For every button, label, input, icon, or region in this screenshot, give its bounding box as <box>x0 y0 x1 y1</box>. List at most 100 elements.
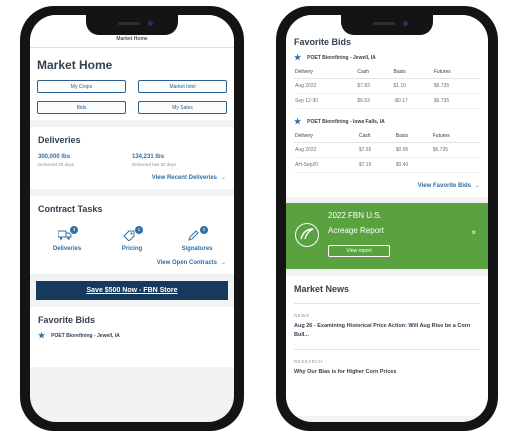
link-label: View Open Contracts <box>156 260 217 266</box>
task-count-badge: 1 <box>135 226 143 234</box>
column-header: Delivery <box>294 130 358 143</box>
news-kicker: NEWS <box>294 313 310 318</box>
table-cell: $6.735 <box>432 78 480 94</box>
table-cell: -$0.17 <box>392 93 433 109</box>
link-label: View Recent Deliveries <box>151 175 217 181</box>
market-news-card: Market News NEWS Aug 26 - Examining Hist… <box>286 276 488 416</box>
contract-tasks-card: Contract Tasks 3 Deliveries 1 Pricing 2 … <box>30 196 234 274</box>
topbar-title: Market Home <box>116 36 148 42</box>
store-banner-label: Save $500 Now - FBN Store <box>86 287 178 294</box>
view-recent-deliveries-link[interactable]: View Recent Deliveries → <box>38 175 226 181</box>
task-count-badge: 3 <box>70 226 78 234</box>
task-deliveries[interactable]: 3 Deliveries <box>41 226 93 252</box>
deliveries-card: Deliveries 300,000 lbs Delivered 30 days… <box>30 127 234 189</box>
page-title: Market Home <box>37 58 113 72</box>
table-cell: $6.735 <box>431 142 480 158</box>
table-cell: $7.83 <box>356 78 393 94</box>
phone-notch <box>86 15 178 35</box>
phone-notch <box>341 15 433 35</box>
news-item[interactable]: NEWS Aug 26 - Examining Historical Price… <box>294 313 480 340</box>
contract-tasks-title: Contract Tasks <box>38 204 103 214</box>
bid-table: Delivery Cash Basis Futures Aug 2022 $7.… <box>294 130 480 173</box>
bid-location-name: POET Biorefining - Iowa Falls, IA <box>307 119 385 125</box>
left-phone: Market Home Market Home My Crops Market … <box>20 6 244 431</box>
task-label: Deliveries <box>52 246 82 252</box>
table-cell: AH-Sep20 <box>294 157 358 173</box>
view-favorite-bids-link[interactable]: View Favorite Bids → <box>294 183 480 189</box>
task-count-badge: 2 <box>200 226 208 234</box>
favorite-bids-card: Favorite Bids ★ POET Biorefining - Jewel… <box>286 15 488 197</box>
right-phone: Favorite Bids ★ POET Biorefining - Jewel… <box>276 6 498 431</box>
task-signatures[interactable]: 2 Signatures <box>171 226 223 252</box>
right-screen: Favorite Bids ★ POET Biorefining - Jewel… <box>286 15 488 422</box>
table-row[interactable]: Aug 2022 $7.65 $0.95 $6.735 <box>294 142 480 158</box>
promo-headline-line1: 2022 FBN U.S. <box>328 211 382 220</box>
delivery-stat-value: 300,000 lbs <box>38 154 71 160</box>
market-home-card: Market Home My Crops Market Intel Bids M… <box>30 48 234 120</box>
table-cell: Aug 2022 <box>294 78 357 94</box>
column-header: Basis <box>392 66 433 79</box>
table-row[interactable]: Aug 2022 $7.83 $1.10 $6.735 <box>294 78 480 94</box>
table-cell: $0.40 <box>394 157 432 173</box>
arrow-right-icon: → <box>220 260 226 266</box>
star-icon: ★ <box>294 53 302 62</box>
table-cell: $7.65 <box>357 142 395 158</box>
delivery-stat-label: Delivered last 30 days <box>132 162 177 167</box>
task-pricing[interactable]: 1 Pricing <box>106 226 158 252</box>
favorite-bids-title: Favorite Bids <box>294 37 352 47</box>
delivery-stat-label: Delivered 30 days <box>38 162 75 167</box>
table-row[interactable]: AH-Sep20 $7.19 $0.40 <box>294 157 480 173</box>
fbn-logo-icon <box>295 223 319 247</box>
task-label: Pricing <box>121 246 143 252</box>
view-open-contracts-link[interactable]: View Open Contracts → <box>38 260 226 266</box>
arrow-right-icon: → <box>474 183 480 189</box>
table-cell: Sep 12-30 <box>294 93 357 109</box>
link-label: View Favorite Bids <box>417 183 471 189</box>
star-icon: ★ <box>38 331 46 340</box>
bid-location-name: POET Biorefining - Jewell, IA <box>307 55 376 61</box>
bid-table: Delivery Cash Basis Futures Aug 2022 $7.… <box>294 66 480 109</box>
column-header: Futures <box>432 66 480 79</box>
news-headline: Why Our Bias is for Higher Corn Prices <box>294 369 397 375</box>
star-icon: ★ <box>294 117 302 126</box>
bid-location[interactable]: ★ POET Biorefining - Jewell, IA <box>294 54 480 62</box>
deliveries-title: Deliveries <box>38 135 81 145</box>
view-report-button[interactable]: View report <box>328 245 390 257</box>
bids-button[interactable]: Bids <box>37 101 126 114</box>
task-label: Signatures <box>181 246 213 252</box>
column-header: Cash <box>357 130 395 143</box>
favorite-bids-title: Favorite Bids <box>38 315 96 325</box>
close-icon[interactable]: × <box>471 228 476 237</box>
table-header-row: Delivery Cash Basis Futures <box>294 66 480 79</box>
table-cell: $6.53 <box>356 93 393 109</box>
news-headline: Aug 26 - Examining Historical Price Acti… <box>294 323 471 338</box>
arrow-right-icon: → <box>220 175 226 181</box>
delivery-stat: 134,231 lbs Delivered last 30 days <box>132 154 226 167</box>
table-cell: $6.735 <box>432 93 480 109</box>
delivery-stat-value: 134,231 lbs <box>132 154 165 160</box>
quick-actions: My Crops Market Intel Bids My Sales <box>37 80 227 114</box>
market-news-title: Market News <box>294 284 350 294</box>
news-item[interactable]: RESEARCH Why Our Bias is for Higher Corn… <box>294 359 480 377</box>
news-kicker: RESEARCH <box>294 359 324 364</box>
my-sales-button[interactable]: My Sales <box>138 101 227 114</box>
column-header: Futures <box>431 130 480 143</box>
store-promo-banner[interactable]: Save $500 Now - FBN Store <box>36 281 228 300</box>
acreage-report-promo[interactable]: 2022 FBN U.S. Acreage Report View report… <box>286 203 488 269</box>
market-intel-button[interactable]: Market Intel <box>138 80 227 93</box>
table-cell: $0.95 <box>394 142 432 158</box>
column-header: Cash <box>356 66 393 79</box>
table-cell: $7.19 <box>357 157 395 173</box>
table-row[interactable]: Sep 12-30 $6.53 -$0.17 $6.735 <box>294 93 480 109</box>
table-cell: Aug 2022 <box>294 142 358 158</box>
promo-headline-line2: Acreage Report <box>328 226 385 235</box>
table-header-row: Delivery Cash Basis Futures <box>294 130 480 143</box>
pen-icon <box>188 230 199 241</box>
table-cell <box>431 157 480 173</box>
bid-location[interactable]: ★ POET Biorefining - Iowa Falls, IA <box>294 118 480 126</box>
delivery-stat: 300,000 lbs Delivered 30 days <box>38 154 132 167</box>
bid-location[interactable]: ★ POET Biorefining - Jewell, IA <box>38 332 226 340</box>
table-cell: $1.10 <box>392 78 433 94</box>
my-crops-button[interactable]: My Crops <box>37 80 126 93</box>
favorite-bids-card: Favorite Bids ★ POET Biorefining - Jewel… <box>30 307 234 367</box>
